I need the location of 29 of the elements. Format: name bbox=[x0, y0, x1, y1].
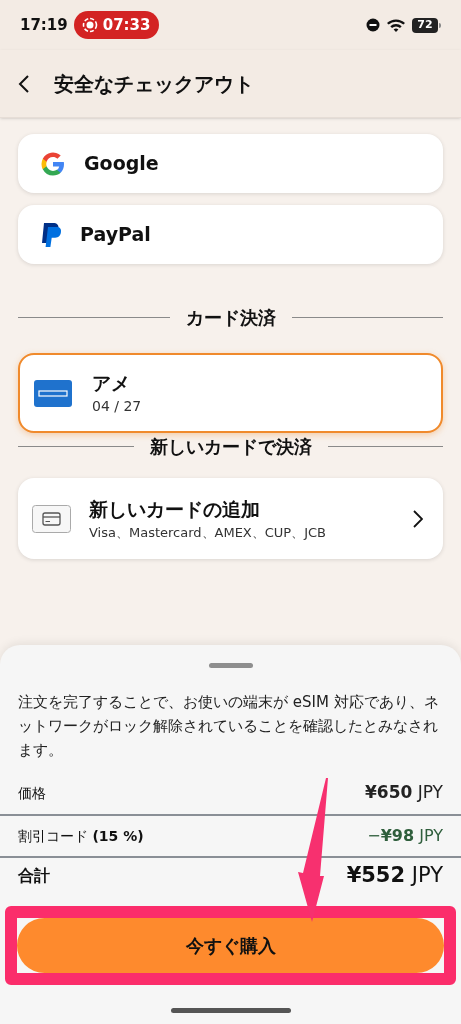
total-value: ¥552 JPY bbox=[346, 862, 443, 890]
back-icon bbox=[18, 73, 30, 94]
discount-value: −¥98 JPY bbox=[367, 825, 443, 847]
google-logo-icon bbox=[40, 150, 66, 177]
wifi-icon bbox=[386, 18, 406, 32]
section-heading: カード決済 bbox=[185, 306, 276, 330]
summary-label: 合計 bbox=[18, 865, 50, 887]
price-value: ¥650 JPY bbox=[365, 781, 443, 805]
paypal-logo-icon bbox=[40, 221, 62, 248]
add-card-option[interactable]: 新しいカードの追加 Visa、Mastercard、AMEX、CUP、JCB bbox=[18, 478, 443, 559]
recording-time: 07:33 bbox=[102, 14, 151, 36]
chevron-right-icon bbox=[413, 509, 423, 528]
recording-pill[interactable]: 07:33 bbox=[73, 11, 159, 39]
record-icon bbox=[81, 17, 98, 33]
section-heading: 新しいカードで決済 bbox=[149, 435, 312, 459]
battery-icon: 72 bbox=[412, 17, 441, 33]
card-icon bbox=[32, 504, 71, 533]
buy-now-button[interactable]: 今すぐ購入 bbox=[17, 918, 444, 973]
payment-option[interactable]: Google bbox=[18, 134, 443, 193]
summary-label: 割引コード (15 %) bbox=[18, 826, 144, 846]
drag-handle[interactable] bbox=[208, 663, 253, 668]
focus-icon bbox=[366, 18, 380, 32]
summary-label: 価格 bbox=[18, 783, 46, 803]
saved-card[interactable]: アメ 04 / 27 bbox=[18, 353, 443, 433]
clock-time: 17:19 bbox=[20, 14, 68, 36]
terms-notice: 注文を完了することで、お使いの端末が eSIM 対応であり、ネットワークがロック解除されていることを確認したとみなされます。 bbox=[17, 692, 440, 761]
payment-option[interactable]: PayPal bbox=[18, 205, 443, 264]
page-title: 安全なチェックアウト bbox=[54, 70, 254, 98]
card-logo-icon bbox=[34, 379, 72, 407]
